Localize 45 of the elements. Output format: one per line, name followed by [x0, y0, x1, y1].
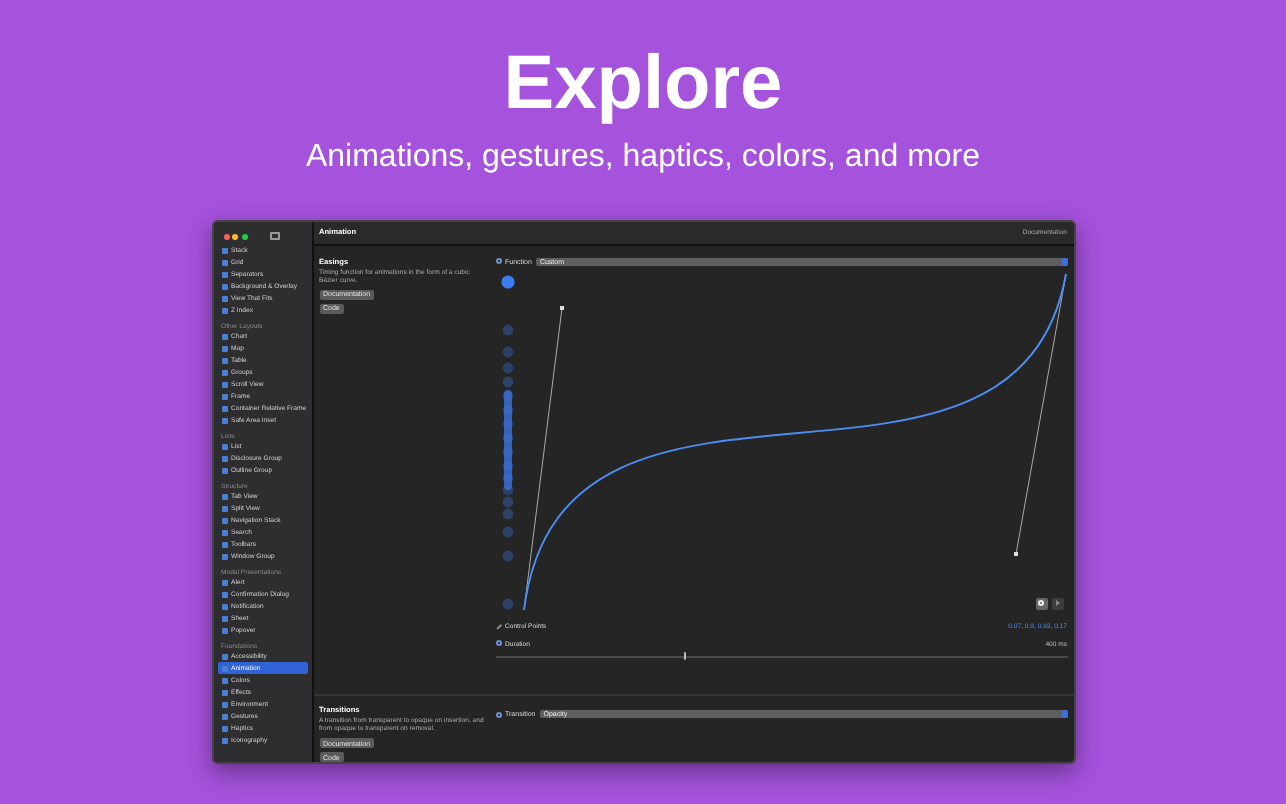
hero-title: Explore — [503, 40, 783, 128]
square-icon — [221, 505, 227, 511]
square-icon — [221, 627, 227, 633]
square-icon — [221, 677, 227, 683]
reset-button[interactable] — [1035, 597, 1047, 610]
square-icon — [221, 689, 227, 695]
square-icon — [221, 541, 227, 547]
sidebar-toggle-icon[interactable] — [270, 232, 280, 240]
square-icon — [221, 283, 227, 289]
maximize-window-icon[interactable] — [241, 233, 247, 239]
square-icon — [221, 417, 227, 423]
square-icon — [221, 591, 227, 597]
hero-subtitle: Animations, gestures, haptics, colors, and more — [305, 138, 981, 178]
square-icon — [221, 467, 227, 473]
square-icon — [221, 529, 227, 535]
square-icon — [221, 603, 227, 609]
square-icon — [221, 381, 227, 387]
square-icon — [221, 737, 227, 743]
square-icon — [221, 553, 227, 559]
square-icon — [221, 493, 227, 499]
close-window-icon[interactable] — [223, 233, 229, 239]
minimize-window-icon[interactable] — [232, 233, 238, 239]
square-icon — [221, 259, 227, 265]
square-icon — [221, 369, 227, 375]
square-icon — [221, 247, 227, 253]
square-icon — [221, 443, 227, 449]
square-icon — [221, 517, 227, 523]
square-icon — [221, 579, 227, 585]
square-icon — [221, 665, 227, 671]
square-icon — [221, 701, 227, 707]
pencil-icon — [495, 623, 501, 629]
square-icon — [221, 333, 227, 339]
square-icon — [221, 725, 227, 731]
square-icon — [221, 653, 227, 659]
square-icon — [221, 345, 227, 351]
square-icon — [221, 405, 227, 411]
play-button[interactable] — [1051, 597, 1063, 610]
square-icon — [221, 615, 227, 621]
square-icon — [221, 393, 227, 399]
square-icon — [221, 307, 227, 313]
square-icon — [221, 295, 227, 301]
square-icon — [221, 271, 227, 277]
square-icon — [221, 357, 227, 363]
square-icon — [221, 713, 227, 719]
square-icon — [221, 455, 227, 461]
